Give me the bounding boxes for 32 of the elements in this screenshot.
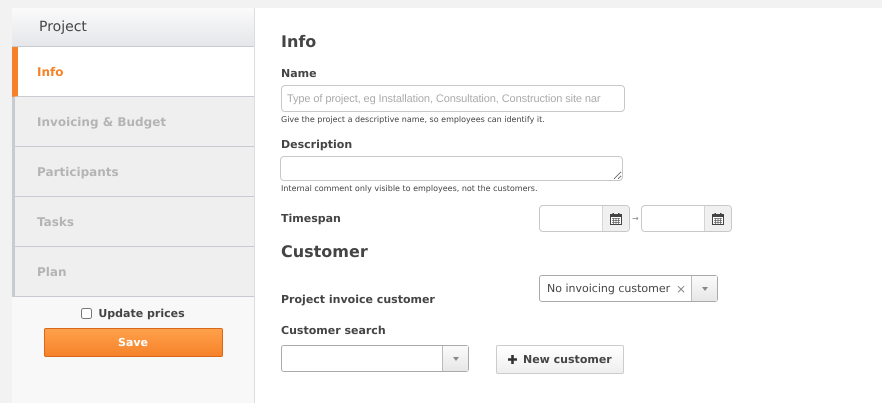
- clear-icon[interactable]: ×: [676, 282, 686, 296]
- field-label: Project invoice customer: [281, 293, 436, 306]
- checkbox-label: Update prices: [98, 307, 185, 320]
- range-arrow: →: [632, 214, 639, 223]
- sidebar-tab[interactable]: Info: [12, 47, 254, 97]
- field-label: Name: [281, 67, 317, 80]
- field-label: Timespan: [281, 212, 342, 225]
- name-field[interactable]: Type of project, eg Installation, Consultation, Construction site nar: [281, 85, 625, 112]
- plus-icon: [508, 355, 517, 364]
- invoice-customer-select[interactable]: No invoicing customer ×: [539, 275, 718, 302]
- customer-search-select[interactable]: [281, 345, 469, 372]
- sidebar-tab[interactable]: Participants: [12, 147, 254, 197]
- field-label: Description: [281, 138, 352, 151]
- caret-icon: [452, 356, 458, 360]
- checkbox[interactable]: [81, 308, 92, 319]
- sidebar-tab[interactable]: Tasks: [12, 197, 254, 247]
- sidebar-tab[interactable]: Invoicing & Budget: [12, 97, 254, 147]
- calendar-icon: [610, 212, 622, 224]
- caret-icon: [702, 286, 708, 290]
- save-button[interactable]: Save: [44, 328, 222, 357]
- description-field[interactable]: [280, 156, 623, 181]
- help-text: Give the project a descriptive name, so employees can identify it.: [281, 115, 545, 124]
- help-text: Internal comment only visible to employees, not the customers.: [281, 184, 538, 193]
- panel-title: Project: [39, 19, 87, 35]
- section-heading: Customer: [281, 242, 368, 261]
- sidebar-tab[interactable]: Plan: [12, 247, 254, 297]
- calendar-icon: [712, 212, 724, 224]
- field-label: Customer search: [281, 324, 386, 337]
- new-customer-button[interactable]: New customer: [496, 345, 624, 374]
- end-date-field[interactable]: [640, 205, 732, 232]
- start-date-field[interactable]: [539, 205, 630, 232]
- section-heading: Info: [281, 32, 316, 51]
